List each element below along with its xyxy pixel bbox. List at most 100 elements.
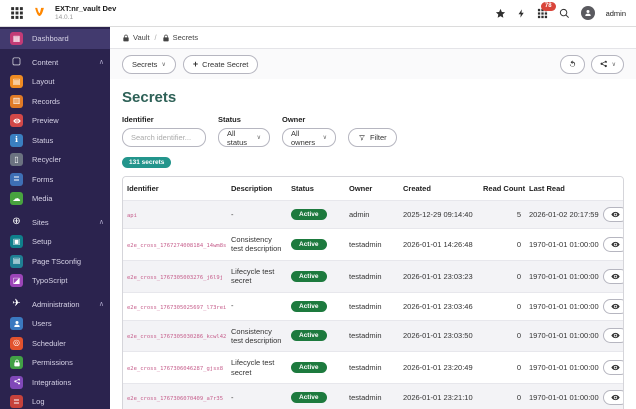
doc-toolbar: Secrets ∨ + Create Secret ∨ xyxy=(110,49,636,79)
plus-icon: + xyxy=(192,59,199,69)
col-read-count: Read Count xyxy=(479,177,525,201)
sidebar-item-permissions[interactable]: Permissions xyxy=(0,353,110,373)
administration-icon: ✈ xyxy=(12,298,21,310)
module-select-button[interactable]: Secrets ∨ xyxy=(122,54,176,74)
sidebar-item-media[interactable]: ☁ Media xyxy=(0,189,110,209)
sidebar-item-records[interactable]: ▥ Records xyxy=(0,92,110,112)
flush-cache-bolt-icon[interactable] xyxy=(517,9,526,18)
content-icon: ▢ xyxy=(11,56,22,68)
view-secret-button[interactable] xyxy=(603,236,623,252)
sidebar-item-preview[interactable]: Preview xyxy=(0,111,110,131)
setup-icon: ▣ xyxy=(10,235,23,249)
chevron-down-icon: ∨ xyxy=(161,61,166,68)
sidebar-item-dashboard[interactable]: ▦ Dashboard xyxy=(0,29,110,49)
view-secret-button[interactable] xyxy=(603,390,623,405)
secret-last-read: 1970-01-01 01:00:00 xyxy=(529,301,599,311)
apps-grid-icon[interactable] xyxy=(10,6,24,20)
topbar: EXT:nr_vault Dev 14.0.1 78 admin xyxy=(0,0,636,27)
secret-created: 2026-01-01 23:20:49 xyxy=(403,363,473,373)
sidebar-item-status[interactable]: ℹ Status xyxy=(0,131,110,151)
status-label: Status xyxy=(218,115,241,124)
sidebar-item-sites[interactable]: ⊕ Sites ∧ xyxy=(0,213,110,233)
identifier-search-input[interactable] xyxy=(122,128,206,147)
sidebar-item-label: Administration xyxy=(32,299,80,309)
forms-icon: ≣ xyxy=(10,172,23,186)
lock-icon xyxy=(122,34,130,42)
breadcrumb-secrets[interactable]: Secrets xyxy=(162,33,198,42)
view-secret-button[interactable] xyxy=(603,360,623,376)
secret-identifier[interactable]: e2e_cross_1767306070409_a7r35 xyxy=(127,396,223,402)
users-icon xyxy=(10,317,23,331)
secret-created: 2026-01-01 23:03:50 xyxy=(403,331,473,341)
sidebar-item-administration[interactable]: ✈ Administration ∧ xyxy=(0,295,110,315)
status-select[interactable]: All status ∨ xyxy=(218,128,270,147)
view-secret-button[interactable] xyxy=(603,268,623,284)
sidebar-item-page-tsconfig[interactable]: ▤ Page TSconfig xyxy=(0,252,110,272)
secret-identifier[interactable]: e2e_cross_1767305003276_j6l9j xyxy=(127,275,223,281)
typoscript-icon: ◪ xyxy=(10,274,23,288)
eye-icon xyxy=(611,302,620,311)
chevron-down-icon: ∨ xyxy=(256,135,261,141)
secret-read-count: 0 xyxy=(516,331,521,341)
sidebar-item-label: Dashboard xyxy=(32,34,69,44)
secrets-table: Identifier Description Status Owner Crea… xyxy=(122,176,624,409)
content-area: Secrets Identifier Status All status ∨ O… xyxy=(110,79,636,409)
sidebar-item-label: Media xyxy=(32,194,53,204)
secret-identifier[interactable]: e2e_cross_1767305030286_kcwl42 xyxy=(127,334,226,340)
view-secret-button[interactable] xyxy=(603,298,623,314)
secret-owner: testadmin xyxy=(349,363,382,373)
sidebar-item-label: Scheduler xyxy=(32,338,66,348)
share-button[interactable]: ∨ xyxy=(590,54,624,74)
secret-identifier[interactable]: e2e_cross_1767306046287_gjsx8 xyxy=(127,366,223,372)
sidebar-item-content[interactable]: ▢ Content ∧ xyxy=(0,53,110,73)
col-description: Description xyxy=(227,177,287,201)
app-title: EXT:nr_vault Dev xyxy=(55,3,117,13)
page-title: Secrets xyxy=(122,89,177,106)
secret-created: 2026-01-01 23:03:46 xyxy=(403,301,473,311)
secret-identifier[interactable]: e2e_cross_1767305025697_l73rei xyxy=(127,305,226,311)
sidebar-item-label: Users xyxy=(32,319,52,329)
secret-last-read: 1970-01-01 01:00:00 xyxy=(529,239,599,249)
sidebar-item-setup[interactable]: ▣ Setup xyxy=(0,232,110,252)
filter-button[interactable]: Filter xyxy=(348,128,397,147)
sidebar-item-scheduler[interactable]: ◎ Scheduler xyxy=(0,334,110,354)
owner-label: Owner xyxy=(282,115,306,124)
breadcrumb-vault[interactable]: Vault xyxy=(122,33,150,42)
user-avatar[interactable] xyxy=(580,6,595,20)
status-badge: Active xyxy=(291,238,327,250)
search-icon[interactable] xyxy=(559,8,570,19)
sidebar-item-users[interactable]: Users xyxy=(0,314,110,334)
create-secret-button[interactable]: + Create Secret xyxy=(182,54,259,74)
bookmark-star-icon[interactable] xyxy=(495,8,506,19)
sidebar-item-layout[interactable]: ▤ Layout xyxy=(0,72,110,92)
col-owner: Owner xyxy=(345,177,399,201)
modules-menu-icon[interactable]: 78 xyxy=(537,1,556,19)
records-icon: ▥ xyxy=(10,94,23,108)
secret-last-read: 1970-01-01 01:00:00 xyxy=(529,271,599,281)
view-secret-button[interactable] xyxy=(603,328,623,344)
sidebar-item-log[interactable]: ≣ Log xyxy=(0,392,110,409)
sidebar-item-integrations[interactable]: Integrations xyxy=(0,373,110,393)
owner-select[interactable]: All owners ∨ xyxy=(282,128,336,147)
secret-identifier[interactable]: api xyxy=(127,213,137,219)
log-icon: ≣ xyxy=(10,395,23,409)
integrations-icon xyxy=(10,375,23,389)
view-secret-button[interactable] xyxy=(603,207,623,222)
sidebar-item-recycler[interactable]: ▯ Recycler xyxy=(0,150,110,170)
sidebar-item-typoscript[interactable]: ◪ TypoScript xyxy=(0,271,110,291)
table-row: e2e_cross_1767306046287_gjsx8 Lifecycle … xyxy=(123,351,623,384)
eye-icon xyxy=(611,393,620,402)
sidebar-item-forms[interactable]: ≣ Forms xyxy=(0,170,110,190)
secret-read-count: 0 xyxy=(516,301,521,311)
share-icon xyxy=(599,60,608,69)
secret-created: 2025-12-29 09:14:40 xyxy=(403,210,473,219)
sidebar-item-label: Records xyxy=(32,96,60,106)
sites-icon: ⊕ xyxy=(12,216,21,228)
secret-description: - xyxy=(231,392,234,402)
table-row: e2e_cross_1767306070409_a7r35 - Active t… xyxy=(123,383,623,409)
layout-icon: ▤ xyxy=(10,75,23,89)
reload-button[interactable] xyxy=(559,54,585,74)
username[interactable]: admin xyxy=(606,9,626,18)
col-status: Status xyxy=(287,177,345,201)
secret-identifier[interactable]: e2e_cross_1767274008184_14wm8s xyxy=(127,243,226,249)
